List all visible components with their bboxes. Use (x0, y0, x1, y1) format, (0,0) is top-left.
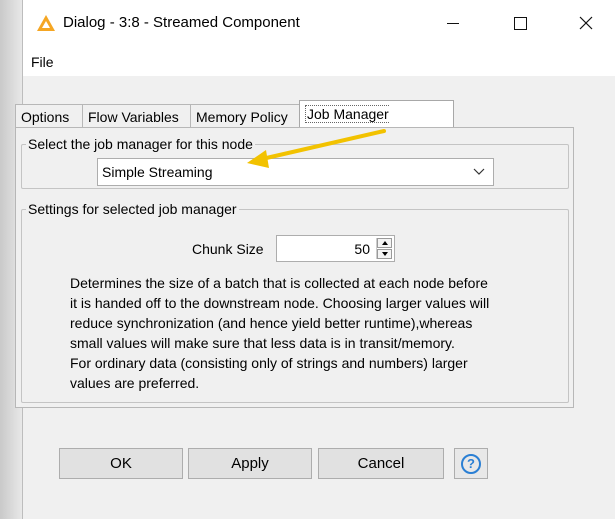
job-manager-settings-group: Settings for selected job manager Chunk … (21, 201, 569, 403)
arrow-down-icon (381, 252, 388, 256)
menu-file[interactable]: File (31, 54, 54, 70)
spinner-up-button[interactable] (377, 238, 392, 248)
apply-button[interactable]: Apply (188, 448, 312, 479)
chevron-down-icon (473, 168, 485, 175)
close-icon (579, 16, 593, 30)
help-button[interactable]: ? (454, 448, 488, 479)
job-manager-select[interactable]: Simple Streaming (97, 158, 494, 186)
close-button[interactable] (563, 0, 609, 46)
maximize-button[interactable] (497, 0, 543, 46)
job-manager-legend: Select the job manager for this node (26, 136, 255, 152)
spinner-down-button[interactable] (377, 249, 392, 259)
minimize-button[interactable] (430, 0, 476, 46)
chunk-size-label: Chunk Size (192, 241, 264, 257)
spinner-buttons (376, 238, 392, 259)
window-title: Dialog - 3:8 - Streamed Component (63, 14, 300, 31)
knime-warning-triangle-icon (37, 15, 55, 31)
question-mark-icon: ? (461, 453, 481, 474)
job-manager-group: Select the job manager for this node Sim… (21, 136, 569, 189)
cancel-button[interactable]: Cancel (318, 448, 444, 479)
tab-job-manager-selection[interactable]: Job Manager Selection (299, 100, 454, 149)
title-bar: Dialog - 3:8 - Streamed Component (23, 0, 615, 46)
tab-memory-policy[interactable]: Memory Policy (190, 104, 300, 128)
chunk-size-spinner[interactable]: 50 (276, 235, 395, 262)
chunk-size-value: 50 (354, 241, 370, 257)
minimize-icon (447, 22, 459, 24)
job-manager-panel: Select the job manager for this node Sim… (15, 127, 574, 408)
maximize-icon (513, 16, 527, 30)
job-manager-selected-value: Simple Streaming (102, 164, 213, 180)
menu-bar: File (23, 46, 615, 76)
tab-options[interactable]: Options (15, 104, 83, 128)
arrow-up-icon (381, 241, 388, 245)
chunk-size-description: Determines the size of a batch that is c… (70, 275, 490, 391)
tab-flow-variables[interactable]: Flow Variables (82, 104, 191, 128)
settings-legend: Settings for selected job manager (26, 201, 239, 217)
ok-button[interactable]: OK (59, 448, 183, 479)
